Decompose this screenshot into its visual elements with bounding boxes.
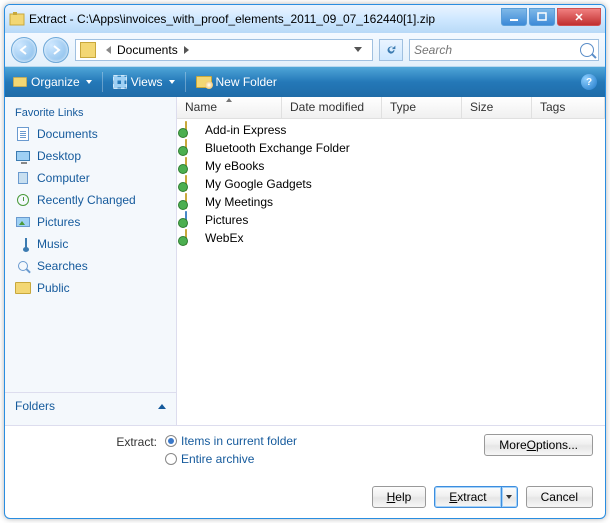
- address-bar[interactable]: Documents: [75, 39, 373, 61]
- sidebar-item-documents[interactable]: Documents: [5, 123, 176, 145]
- minimize-button[interactable]: [501, 8, 527, 26]
- chevron-down-icon: [86, 80, 92, 84]
- column-headers: Name Date modified Type Size Tags: [177, 97, 605, 119]
- maximize-button[interactable]: [529, 8, 555, 26]
- file-pane: Name Date modified Type Size Tags Add-in…: [177, 97, 605, 425]
- file-name: My Meetings: [205, 195, 273, 209]
- organize-icon: [13, 77, 27, 87]
- chevron-down-icon: [506, 495, 512, 499]
- new-folder-button[interactable]: New Folder: [196, 75, 277, 89]
- searches-icon: [15, 258, 31, 274]
- chevron-up-icon: [158, 404, 166, 409]
- list-item[interactable]: My eBooks: [179, 157, 603, 175]
- breadcrumb-prev-arrow[interactable]: [106, 46, 111, 54]
- folder-icon: [185, 212, 201, 228]
- extract-dropdown[interactable]: [502, 486, 518, 508]
- column-size[interactable]: Size: [462, 97, 532, 118]
- file-name: Add-in Express: [205, 123, 286, 137]
- column-tags[interactable]: Tags: [532, 97, 605, 118]
- column-type[interactable]: Type: [382, 97, 462, 118]
- list-item[interactable]: Pictures: [179, 211, 603, 229]
- music-icon: [15, 236, 31, 252]
- window-title: Extract - C:\Apps\invoices_with_proof_el…: [29, 12, 501, 26]
- sort-ascending-icon: [226, 98, 232, 102]
- sidebar-item-searches[interactable]: Searches: [5, 255, 176, 277]
- more-options-button[interactable]: More Options...: [484, 434, 593, 456]
- clock-icon: [15, 192, 31, 208]
- help-button[interactable]: Help: [372, 486, 427, 508]
- folders-tree-toggle[interactable]: Folders: [5, 392, 176, 419]
- new-folder-icon: [196, 76, 212, 88]
- computer-icon: [15, 170, 31, 186]
- extract-button[interactable]: Extract: [434, 486, 501, 508]
- dialog-footer: Help Extract Cancel: [5, 476, 605, 518]
- radio-icon: [165, 435, 177, 447]
- address-dropdown-icon[interactable]: [354, 47, 362, 52]
- folder-icon: [185, 176, 201, 192]
- views-menu[interactable]: Views: [113, 75, 175, 89]
- list-item[interactable]: My Google Gadgets: [179, 175, 603, 193]
- sidebar-item-desktop[interactable]: Desktop: [5, 145, 176, 167]
- radio-entire-archive[interactable]: Entire archive: [165, 452, 476, 466]
- list-item[interactable]: My Meetings: [179, 193, 603, 211]
- cancel-button[interactable]: Cancel: [526, 486, 593, 508]
- list-item[interactable]: Bluetooth Exchange Folder: [179, 139, 603, 157]
- breadcrumb-arrow-icon[interactable]: [184, 46, 189, 54]
- radio-icon: [165, 453, 177, 465]
- sidebar-item-computer[interactable]: Computer: [5, 167, 176, 189]
- column-date[interactable]: Date modified: [282, 97, 382, 118]
- sidebar-heading: Favorite Links: [5, 103, 176, 123]
- breadcrumb-current[interactable]: Documents: [117, 43, 178, 57]
- sidebar-item-recently-changed[interactable]: Recently Changed: [5, 189, 176, 211]
- extract-label: Extract:: [17, 434, 157, 449]
- file-name: Pictures: [205, 213, 248, 227]
- file-name: My eBooks: [205, 159, 264, 173]
- close-button[interactable]: ✕: [557, 8, 601, 26]
- search-box[interactable]: [409, 39, 599, 61]
- file-name: My Google Gadgets: [205, 177, 312, 191]
- folder-icon: [185, 122, 201, 138]
- desktop-icon: [15, 148, 31, 164]
- file-list[interactable]: Add-in Express Bluetooth Exchange Folder M…: [177, 119, 605, 425]
- help-button[interactable]: ?: [581, 74, 597, 90]
- pictures-icon: [15, 214, 31, 230]
- list-item[interactable]: WebEx: [179, 229, 603, 247]
- search-icon: [580, 43, 594, 57]
- search-input[interactable]: [414, 43, 580, 57]
- sidebar-item-pictures[interactable]: Pictures: [5, 211, 176, 233]
- command-toolbar: Organize Views New Folder ?: [5, 67, 605, 97]
- column-name[interactable]: Name: [177, 97, 282, 118]
- file-name: Bluetooth Exchange Folder: [205, 141, 350, 155]
- documents-icon: [15, 126, 31, 142]
- folder-icon: [185, 230, 201, 246]
- navigation-bar: Documents: [5, 33, 605, 67]
- options-panel: Extract: Items in current folder Entire …: [5, 425, 605, 476]
- refresh-button[interactable]: [379, 39, 403, 61]
- views-icon: [113, 75, 127, 89]
- organize-menu[interactable]: Organize: [13, 75, 92, 89]
- sidebar: Favorite Links Documents Desktop Compute…: [5, 97, 177, 425]
- extract-split-button: Extract: [434, 486, 517, 508]
- folder-icon: [185, 140, 201, 156]
- forward-button[interactable]: [43, 37, 69, 63]
- app-icon: [9, 11, 25, 27]
- back-button[interactable]: [11, 37, 37, 63]
- titlebar[interactable]: Extract - C:\Apps\invoices_with_proof_el…: [5, 5, 605, 33]
- help-icon: ?: [581, 74, 597, 90]
- folder-icon: [185, 158, 201, 174]
- chevron-down-icon: [169, 80, 175, 84]
- sidebar-item-public[interactable]: Public: [5, 277, 176, 299]
- radio-items-current[interactable]: Items in current folder: [165, 434, 476, 448]
- public-folder-icon: [15, 280, 31, 296]
- folder-icon: [185, 194, 201, 210]
- location-icon: [80, 42, 96, 58]
- file-name: WebEx: [205, 231, 243, 245]
- sidebar-item-music[interactable]: Music: [5, 233, 176, 255]
- list-item[interactable]: Add-in Express: [179, 121, 603, 139]
- extract-dialog: Extract - C:\Apps\invoices_with_proof_el…: [4, 4, 606, 519]
